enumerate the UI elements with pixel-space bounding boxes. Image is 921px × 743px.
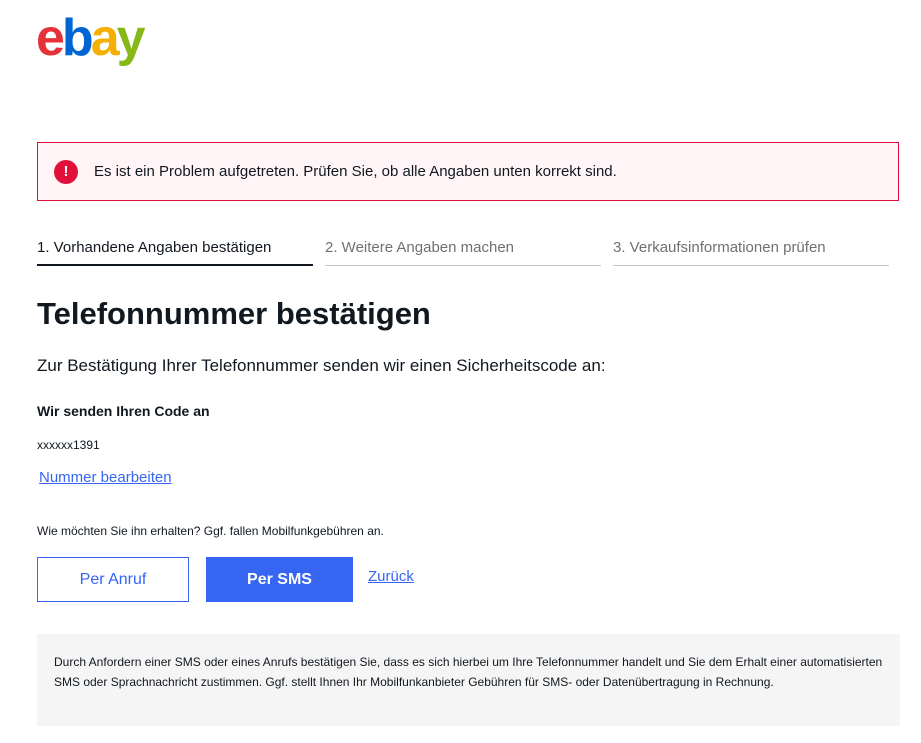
step-confirm-details: 1. Vorhandene Angaben bestätigen [37,238,313,266]
sms-disclaimer: Durch Anfordern einer SMS oder eines Anr… [37,634,900,726]
logo-letter-y: y [116,9,146,67]
call-button[interactable]: Per Anruf [37,557,189,602]
logo-letter-b: b [61,9,94,67]
intro-text: Zur Bestätigung Ihrer Telefonnummer send… [37,356,606,375]
step-review-sales-info: 3. Verkaufsinformationen prüfen [613,238,889,266]
exclamation-icon: ! [54,160,78,184]
step-label: 2. Weitere Angaben machen [325,239,515,256]
logo-letter-a: a [90,9,120,67]
alert-message: Es ist ein Problem aufgetreten. Prüfen S… [94,163,617,180]
masked-phone-number: xxxxxx1391 [37,438,100,452]
progress-steps: 1. Vorhandene Angaben bestätigen 2. Weit… [37,238,889,268]
ebay-logo[interactable]: ebay [36,8,146,68]
step-indicator-active [37,264,313,266]
delivery-method-question: Wie möchten Sie ihn erhalten? Ggf. falle… [37,524,384,538]
edit-number-link[interactable]: Nummer bearbeiten [39,469,172,486]
send-code-label: Wir senden Ihren Code an [37,403,210,419]
step-indicator [613,265,889,266]
error-alert: ! Es ist ein Problem aufgetreten. Prüfen… [37,142,899,201]
step-label: 1. Vorhandene Angaben bestätigen [37,239,272,256]
sms-button[interactable]: Per SMS [206,557,353,602]
step-label: 3. Verkaufsinformationen prüfen [613,239,826,256]
step-indicator [325,265,601,266]
logo-letter-e: e [36,9,65,67]
step-more-details: 2. Weitere Angaben machen [325,238,601,266]
back-link[interactable]: Zurück [368,568,414,585]
page-title: Telefonnummer bestätigen [37,296,431,331]
